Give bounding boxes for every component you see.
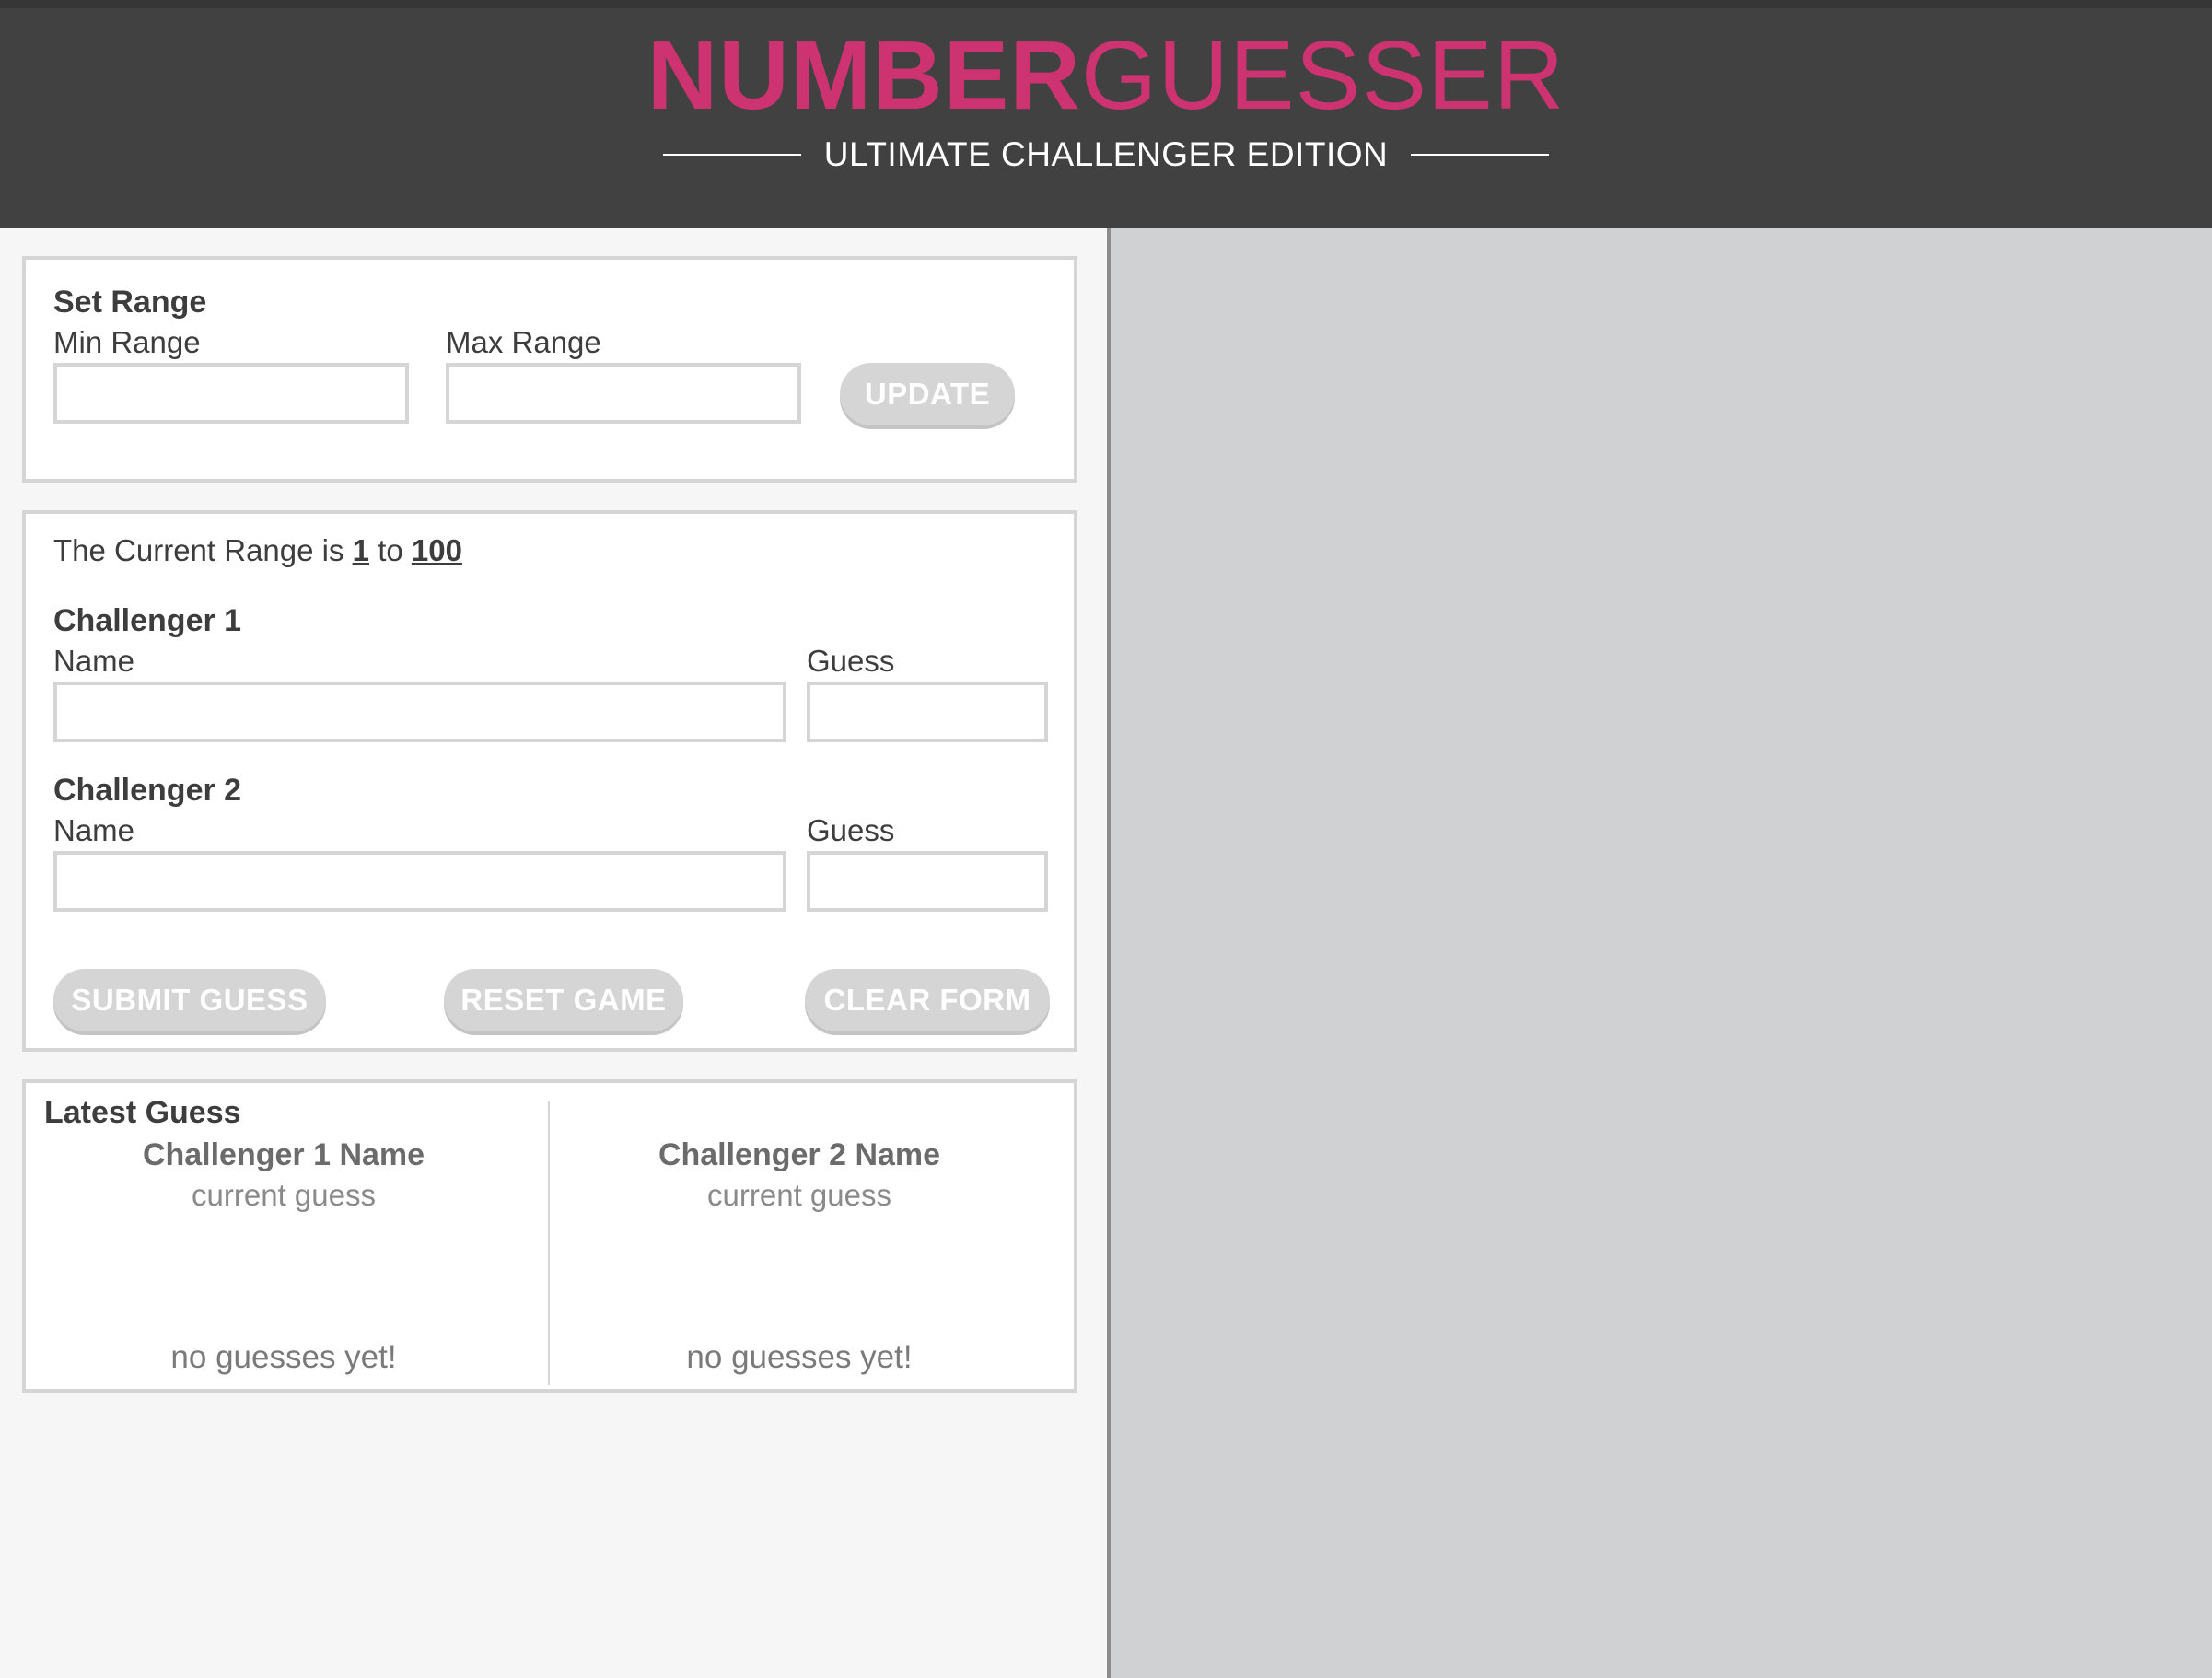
reset-game-button[interactable]: RESET GAME: [444, 969, 683, 1031]
submit-guess-button[interactable]: SUBMIT GUESS: [53, 969, 326, 1031]
challenger1-guess-input[interactable]: [807, 682, 1048, 742]
challenger2-guess-input[interactable]: [807, 851, 1048, 912]
max-range-input[interactable]: [446, 363, 801, 424]
current-range-min: 1: [352, 533, 370, 567]
latest-guess-panel: Latest Guess Challenger 1 Name current g…: [22, 1079, 1077, 1393]
challenger2-result-status: no guesses yet!: [686, 1339, 913, 1375]
challenger1-guess-label: Guess: [807, 644, 895, 678]
subtitle-rule-right: [1410, 154, 1549, 156]
current-range-prefix: The Current Range is: [53, 533, 344, 567]
challenger1-name-label: Name: [53, 644, 135, 678]
challenger2-result-column: Challenger 2 Name current guess no guess…: [541, 1083, 1057, 1389]
app-title-bold: NUMBER: [646, 21, 1081, 130]
clear-form-button[interactable]: CLEAR FORM: [805, 969, 1050, 1031]
challenger1-result-column: Challenger 1 Name current guess no guess…: [26, 1083, 541, 1389]
challenger2-name-input[interactable]: [53, 851, 786, 912]
subtitle-rule-left: [663, 154, 802, 156]
app-title: NUMBERGUESSER: [0, 20, 2212, 131]
current-range-joiner: to: [378, 533, 403, 567]
app-title-light: GUESSER: [1080, 21, 1566, 130]
guess-panel: The Current Range is 1 to 100 Challenger…: [22, 510, 1077, 1052]
current-range-text: The Current Range is 1 to 100: [53, 530, 462, 571]
min-range-input[interactable]: [53, 363, 409, 424]
current-range-max: 100: [411, 533, 462, 567]
app-subtitle: ULTIMATE CHALLENGER EDITION: [823, 135, 1389, 173]
right-pane: [1107, 228, 2212, 1678]
app-header: NUMBERGUESSER ULTIMATE CHALLENGER EDITIO…: [0, 0, 2212, 228]
challenger1-result-guess: current guess: [192, 1178, 376, 1212]
min-range-label: Min Range: [53, 325, 201, 359]
challenger2-heading: Challenger 2: [53, 773, 242, 808]
challenger1-name-input[interactable]: [53, 682, 786, 742]
challenger2-result-name: Challenger 2 Name: [658, 1137, 941, 1172]
challenger1-result-name: Challenger 1 Name: [142, 1137, 425, 1172]
challenger1-heading: Challenger 1: [53, 603, 242, 638]
challenger2-result-guess: current guess: [707, 1178, 891, 1212]
challenger1-result-status: no guesses yet!: [170, 1339, 397, 1375]
challenger2-name-label: Name: [53, 813, 135, 847]
challenger2-guess-label: Guess: [807, 813, 895, 847]
max-range-label: Max Range: [446, 325, 601, 359]
update-button[interactable]: UPDATE: [840, 363, 1015, 425]
set-range-heading: Set Range: [53, 285, 207, 320]
set-range-panel: Set Range Min Range Max Range UPDATE: [22, 256, 1077, 483]
header-topline: [0, 0, 2212, 8]
subtitle-row: ULTIMATE CHALLENGER EDITION: [0, 134, 2212, 176]
